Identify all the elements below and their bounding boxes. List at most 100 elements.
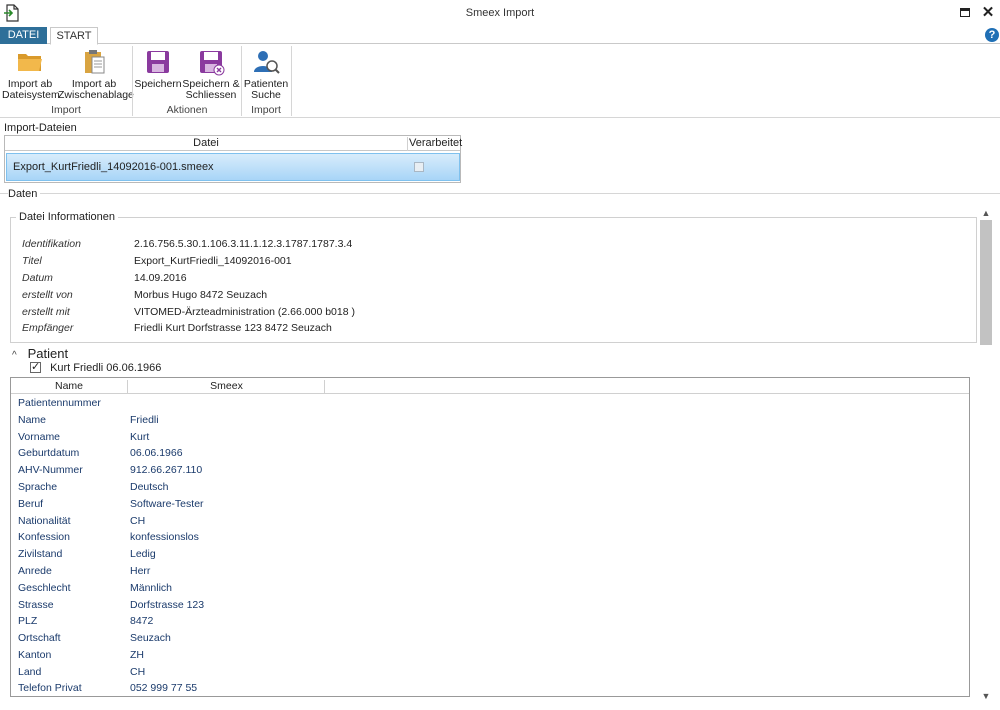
ribbon-tabs: DATEI START — [0, 27, 1000, 45]
folder-icon — [15, 47, 45, 77]
table-row[interactable]: Land CH — [11, 666, 969, 683]
table-row[interactable]: AHV-Nummer 912.66.267.110 — [11, 464, 969, 481]
chevron-up-icon: ^ — [12, 350, 17, 361]
field-name: Name — [18, 414, 47, 426]
tab-start[interactable]: START — [50, 27, 98, 45]
patient-section-header[interactable]: ^ Patient — [12, 346, 68, 361]
tab-datei[interactable]: DATEI — [0, 27, 47, 44]
field-name: Anrede — [18, 565, 52, 577]
import-files-header: Datei Verarbeitet — [5, 136, 462, 151]
daten-label: Daten — [8, 188, 41, 200]
close-icon: ✕ — [981, 4, 995, 21]
field-name: Patientennummer — [18, 397, 101, 409]
field-value: ZH — [130, 649, 144, 661]
field-name: Telefon Privat — [18, 682, 82, 694]
processed-checkbox[interactable] — [414, 162, 424, 172]
field-name: Land — [18, 666, 42, 678]
table-row[interactable]: Geschlecht Männlich — [11, 582, 969, 599]
table-row[interactable]: Zivilstand Ledig — [11, 548, 969, 565]
table-row[interactable]: PLZ 8472 — [11, 615, 969, 632]
import-clipboard-button[interactable]: Import ab Zwischenablage — [58, 47, 134, 101]
patient-checkbox[interactable] — [30, 360, 41, 373]
field-value: Friedli — [130, 414, 159, 426]
scrollbar-thumb[interactable] — [980, 220, 992, 345]
table-row[interactable]: Sprache Deutsch — [11, 481, 969, 498]
group-label-import: Import — [251, 104, 281, 116]
patient-checkbox-label: Kurt Friedli 06.06.1966 — [50, 362, 162, 374]
file-info-label: Datei Informationen — [16, 211, 118, 223]
save-icon — [143, 47, 173, 77]
table-row[interactable]: Export_KurtFriedli_14092016-001.smeex — [6, 153, 460, 181]
table-row[interactable]: Telefon Privat 052 999 77 55 — [11, 682, 969, 696]
save-button[interactable]: Speichern — [134, 47, 182, 90]
field-name: AHV-Nummer — [18, 464, 83, 476]
field-value: Herr — [130, 565, 151, 577]
import-filesystem-button[interactable]: Import ab Dateisystem — [2, 47, 60, 101]
close-button[interactable]: ✕ — [977, 2, 999, 22]
patient-search-button[interactable]: Patienten Suche — [243, 47, 289, 101]
field-name: Zivilstand — [18, 548, 63, 560]
ribbon-divider — [132, 46, 133, 116]
table-row[interactable]: Name Friedli — [11, 414, 969, 431]
field-value: 052 999 77 55 — [130, 682, 198, 694]
column-header-verarbeitet[interactable]: Verarbeitet — [409, 137, 462, 149]
maximize-icon — [960, 7, 970, 17]
field-value: konfessionslos — [130, 531, 199, 543]
table-row[interactable]: Ortschaft Seuzach — [11, 632, 969, 649]
field-name: Ortschaft — [18, 632, 61, 644]
field-value: 912.66.267.110 — [130, 464, 203, 476]
ribbon-divider — [291, 46, 292, 116]
group-label-aktionen: Aktionen — [166, 104, 208, 116]
field-name: Konfession — [18, 531, 70, 543]
column-header-name[interactable]: Name — [11, 380, 128, 394]
patient-search-icon — [251, 47, 281, 77]
table-row[interactable]: Anrede Herr — [11, 565, 969, 582]
table-row[interactable]: Konfession konfessionslos — [11, 531, 969, 548]
table-row[interactable]: Beruf Software-Tester — [11, 498, 969, 515]
field-name: Beruf — [18, 498, 44, 510]
field-value: CH — [130, 666, 146, 678]
group-label-import: Import — [51, 104, 81, 116]
field-value: Männlich — [130, 582, 173, 594]
help-icon[interactable]: ? — [985, 28, 999, 42]
title-bar: Smeex Import ✕ — [0, 0, 1000, 26]
import-files-label: Import-Dateien — [4, 122, 77, 134]
save-close-button[interactable]: Speichern & Schliessen — [182, 47, 240, 101]
field-value: Software-Tester — [130, 498, 204, 510]
column-header-datei[interactable]: Datei — [5, 137, 408, 151]
scroll-up-icon[interactable]: ▲ — [979, 207, 993, 219]
file-name: Export_KurtFriedli_14092016-001.smeex — [13, 161, 214, 173]
field-name: Nationalität — [18, 515, 71, 527]
patient-data-grid: Name Smeex Patientennummer Name Friedli V… — [10, 377, 970, 697]
field-name: PLZ — [18, 615, 38, 627]
field-value: Deutsch — [130, 481, 169, 493]
table-row[interactable]: Geburtdatum 06.06.1966 — [11, 447, 969, 464]
field-name: Vorname — [18, 431, 61, 443]
patient-checkbox-row[interactable]: Kurt Friedli 06.06.1966 — [30, 360, 162, 374]
maximize-button[interactable] — [954, 2, 976, 22]
field-value: 06.06.1966 — [130, 447, 183, 459]
scroll-down-icon[interactable]: ▼ — [979, 690, 993, 702]
field-value: Ledig — [130, 548, 156, 560]
field-name: Sprache — [18, 481, 58, 493]
divider — [0, 193, 1000, 194]
clipboard-icon — [79, 47, 109, 77]
field-value: CH — [130, 515, 146, 527]
ribbon: Import ab Dateisystem Import ab Zwischen… — [0, 44, 1000, 118]
field-name: Strasse — [18, 599, 54, 611]
field-value: Seuzach — [130, 632, 171, 644]
vertical-scrollbar[interactable]: ▲ ▼ — [979, 205, 993, 705]
field-value: Kurt — [130, 431, 150, 443]
column-header-smeex[interactable]: Smeex — [129, 380, 325, 394]
table-row[interactable]: Vorname Kurt — [11, 431, 969, 448]
table-row[interactable]: Nationalität CH — [11, 515, 969, 532]
field-value: 8472 — [130, 615, 154, 627]
field-name: Kanton — [18, 649, 52, 661]
field-name: Geburtdatum — [18, 447, 80, 459]
table-row[interactable]: Strasse Dorfstrasse 123 — [11, 599, 969, 616]
table-row[interactable]: Kanton ZH — [11, 649, 969, 666]
table-row[interactable]: Patientennummer — [11, 397, 969, 414]
import-files-table: Datei Verarbeitet Export_KurtFriedli_140… — [4, 135, 462, 183]
grid-header: Name Smeex — [11, 378, 969, 394]
window-title: Smeex Import — [465, 7, 535, 19]
